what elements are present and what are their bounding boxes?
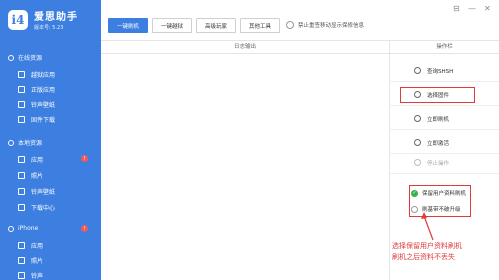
sidebar: i4 爱思助手 版本号: 5.23 在线资源 越狱应用 正版应用 铃声壁纸 固件… [0,0,101,280]
sidebar-item-ringtones-wallpapers[interactable]: 铃声壁纸 [18,100,55,109]
option-highlight-box [409,185,471,217]
store-icon [18,86,25,93]
search-icon [414,67,421,74]
sidebar-item-download-center[interactable]: 下载中心 [18,203,55,212]
minimize-window-icon[interactable]: — [468,4,476,13]
stop-operation-button[interactable]: 停止操作 [390,152,499,174]
sidebar-item-local-apps[interactable]: 应用 [18,155,43,164]
one-click-jailbreak-button[interactable]: 一键越狱 [152,18,192,33]
one-click-flash-button[interactable]: 一键刷机 [108,18,148,33]
app-icon [18,71,25,78]
hide-warranty-option[interactable]: 禁止重签移动显示保修信息 [286,21,364,29]
radio-icon[interactable] [286,21,294,29]
sidebar-item-label: 照片 [31,173,44,180]
firmware-highlight-box [400,87,475,103]
action-label: 查询SHSH [427,68,454,75]
flash-now-button[interactable]: 立即刷机 [390,108,499,130]
option-label: 禁止重签移动显示保修信息 [298,23,365,29]
stop-icon [414,159,421,166]
sidebar-item-iphone-apps[interactable]: 应用 [18,241,43,250]
action-panel-header: 操作栏 [390,40,499,54]
sidebar-item-jailbreak-apps[interactable]: 越狱应用 [18,70,55,79]
music-icon [18,101,25,108]
sidebar-item-genuine-apps[interactable]: 正版应用 [18,85,55,94]
sidebar-item-label: 正版应用 [31,87,56,94]
photo-icon [18,257,25,264]
sidebar-item-label: 铃声壁纸 [31,102,56,109]
toolbar: 一键刷机 一键越狱 高级玩家 其他工具 禁止重签移动显示保修信息 ⊟ — ✕ [101,0,499,40]
annotation-line-2: 刷机之后资料不丢失 [392,253,455,261]
sidebar-item-label: 固件下载 [31,117,56,124]
log-output-area [101,54,389,280]
restore-window-icon[interactable]: ⊟ [453,4,460,13]
log-header: 日志输出 [101,40,389,54]
sidebar-item-iphone-photos[interactable]: 照片 [18,256,43,265]
sidebar-item-label: 下载中心 [31,205,56,212]
action-label: 立即激活 [427,140,450,147]
cloud-icon [8,54,14,61]
close-window-icon[interactable]: ✕ [484,4,491,13]
sidebar-item-label: 铃声 [31,273,44,280]
annotation-text: 选择保留用户资料刷机 刷机之后资料不丢失 [392,241,499,263]
sidebar-item-label: 照片 [31,258,44,265]
action-label: 立即刷机 [427,116,450,123]
other-tools-button[interactable]: 其他工具 [240,18,280,33]
action-label: 停止操作 [427,160,450,167]
flash-icon [414,115,421,122]
photo-icon [18,172,25,179]
section-label: iPhone [18,225,39,232]
section-local: 本地资源 [8,138,42,147]
music-icon [18,272,25,279]
sidebar-item-firmware-download[interactable]: 固件下载 [18,115,55,124]
app-logo: i4 [8,9,28,30]
app-logo-area: i4 爱思助手 版本号: 5.23 [8,8,78,31]
download-icon [18,116,25,123]
sidebar-item-label: 越狱应用 [31,72,56,79]
activate-icon [414,139,421,146]
app-version: 版本号: 5.23 [34,25,64,31]
sidebar-item-iphone-ringtones[interactable]: 铃声 [18,271,43,280]
sidebar-item-local-ringtones[interactable]: 铃声壁纸 [18,187,55,196]
app-icon [18,242,25,249]
activate-now-button[interactable]: 立即激活 [390,132,499,154]
app-title: 爱思助手 [34,12,78,23]
sidebar-item-local-photos[interactable]: 照片 [18,171,43,180]
phone-icon [8,225,14,232]
section-label: 在线资源 [18,55,43,62]
notification-badge: ! [81,225,88,232]
download-icon [18,204,25,211]
folder-icon [8,139,14,146]
query-shsh-button[interactable]: 查询SHSH [390,60,499,82]
sidebar-item-label: 应用 [31,157,44,164]
section-online: 在线资源 [8,53,42,62]
app-icon [18,156,25,163]
section-iphone: iPhone [8,225,38,232]
sidebar-item-label: 铃声壁纸 [31,189,56,196]
annotation-line-1: 选择保留用户资料刷机 [392,242,462,250]
notification-badge: ! [81,155,88,162]
music-icon [18,188,25,195]
section-label: 本地资源 [18,140,43,147]
sidebar-item-label: 应用 [31,243,44,250]
advanced-player-button[interactable]: 高级玩家 [196,18,236,33]
